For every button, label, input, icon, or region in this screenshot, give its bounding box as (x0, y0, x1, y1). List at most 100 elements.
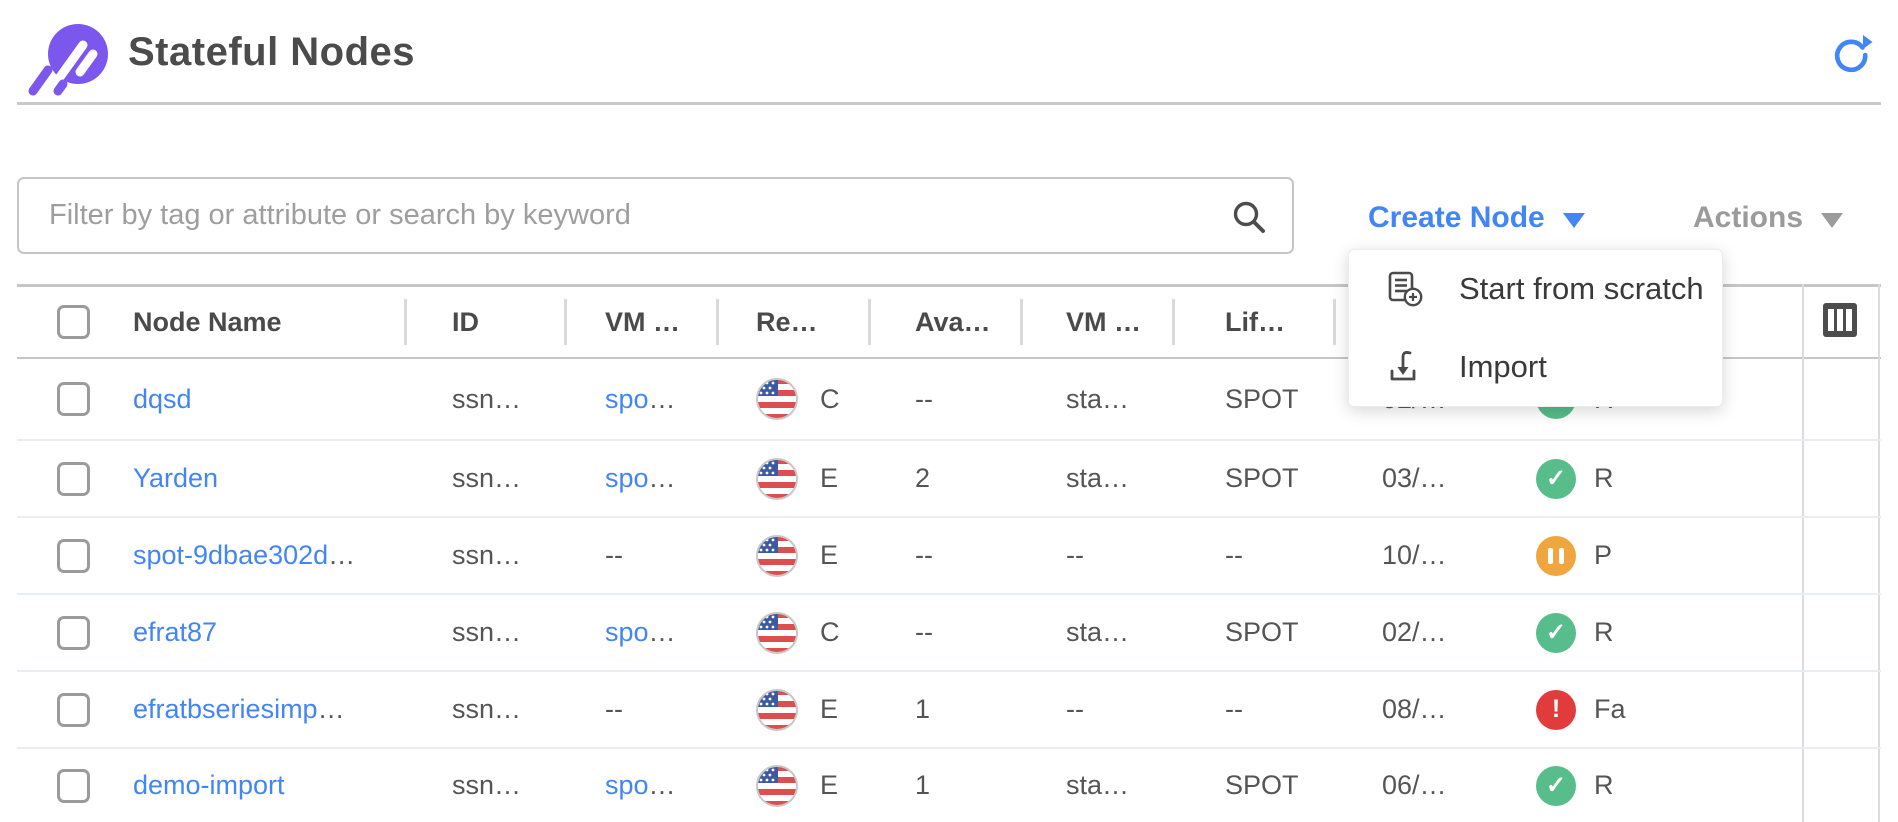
us-flag-icon (756, 441, 798, 516)
us-flag-icon (756, 672, 798, 747)
import-icon (1385, 347, 1425, 387)
us-flag-icon (756, 359, 798, 439)
vm-link[interactable]: spo (605, 384, 649, 415)
vm-size: sta… (1066, 359, 1129, 439)
vm-empty: -- (605, 694, 623, 725)
availability-value: -- (915, 359, 933, 439)
row-checkbox[interactable] (57, 693, 90, 727)
availability-value: -- (915, 595, 933, 670)
select-all-cell (57, 287, 90, 357)
row-checkbox[interactable] (57, 382, 90, 416)
region-label: E (820, 518, 838, 593)
node-name-link[interactable]: Yarden (133, 463, 218, 494)
lifecycle-value: -- (1225, 672, 1243, 747)
lifecycle-value: SPOT (1225, 749, 1299, 822)
column-separator (716, 299, 719, 345)
region-label: E (820, 672, 838, 747)
lifecycle-value: SPOT (1225, 359, 1299, 439)
row-checkbox[interactable] (57, 462, 90, 496)
column-header-id[interactable]: ID (452, 287, 479, 357)
status-label: R (1594, 463, 1614, 494)
status-label: R (1594, 617, 1614, 648)
status-label: P (1594, 540, 1612, 571)
created-date: 03/… (1382, 441, 1447, 516)
column-separator (1172, 299, 1175, 345)
column-separator (564, 299, 567, 345)
actions-button[interactable]: Actions (1693, 196, 1843, 240)
vm-empty: -- (605, 540, 623, 571)
create-node-menu: Start from scratch Import (1348, 249, 1723, 407)
node-name-link[interactable]: efratbseriesimp (133, 694, 318, 725)
menu-item-import[interactable]: Import (1349, 328, 1722, 406)
region-label: C (820, 359, 840, 439)
status-label: Fa (1594, 694, 1626, 725)
truncation-dots: … (649, 384, 676, 415)
node-id: ssn… (452, 749, 521, 822)
us-flag-icon (756, 595, 798, 670)
column-header-node-name[interactable]: Node Name (133, 287, 282, 357)
truncation-dots: … (649, 463, 676, 494)
availability-value: 1 (915, 672, 930, 747)
table-row: demo-import ssn… spo… E 1 sta… SPOT 06/…… (17, 749, 1881, 822)
region-label: E (820, 441, 838, 516)
actions-label: Actions (1693, 201, 1803, 235)
column-settings-button[interactable] (1817, 298, 1863, 344)
create-node-label: Create Node (1368, 201, 1545, 235)
us-flag-icon (756, 518, 798, 593)
columns-icon (1823, 303, 1857, 337)
column-separator (868, 299, 871, 345)
availability-value: 1 (915, 749, 930, 822)
select-all-checkbox[interactable] (57, 305, 90, 339)
vm-size: sta… (1066, 441, 1129, 516)
filter-input[interactable] (19, 179, 1292, 252)
node-id: ssn… (452, 595, 521, 670)
table-row: Yarden ssn… spo… E 2 sta… SPOT 03/… R (17, 441, 1881, 518)
vm-size: sta… (1066, 595, 1129, 670)
create-node-button[interactable]: Create Node (1368, 196, 1585, 240)
vm-size: -- (1066, 672, 1084, 747)
node-name-link[interactable]: efrat87 (133, 617, 217, 648)
created-date: 06/… (1382, 749, 1447, 822)
vm-link[interactable]: spo (605, 463, 649, 494)
column-header-vm-size[interactable]: VM … (1066, 287, 1141, 357)
menu-item-label: Import (1459, 349, 1547, 385)
node-name-link[interactable]: dqsd (133, 384, 192, 415)
region-label: C (820, 595, 840, 670)
status-paused-icon (1536, 536, 1576, 576)
chevron-down-icon (1821, 213, 1843, 228)
search-icon (1230, 198, 1268, 236)
refresh-icon (1828, 32, 1874, 78)
node-id: ssn… (452, 359, 521, 439)
lifecycle-value: -- (1225, 518, 1243, 593)
header-divider (17, 102, 1881, 105)
column-header-availability[interactable]: Ava… (915, 287, 991, 357)
row-checkbox[interactable] (57, 539, 90, 573)
created-date: 02/… (1382, 595, 1447, 670)
table-row: spot-9dbae302d… ssn… -- E -- -- -- 10/… … (17, 518, 1881, 595)
status-running-icon (1536, 613, 1576, 653)
vm-link[interactable]: spo (605, 770, 649, 801)
truncation-dots: … (649, 617, 676, 648)
vm-link[interactable]: spo (605, 617, 649, 648)
created-date: 10/… (1382, 518, 1447, 593)
column-header-vm-name[interactable]: VM … (605, 287, 680, 357)
refresh-button[interactable] (1828, 32, 1874, 78)
spot-logo-icon (20, 14, 116, 98)
filter-field (17, 177, 1294, 254)
page-title: Stateful Nodes (128, 30, 415, 75)
stateful-nodes-page: Stateful Nodes Create Node Actions (0, 0, 1898, 822)
table-body: dqsd ssn… spo… C -- sta… SPOT 02/… R Yar… (17, 359, 1881, 822)
note-add-icon (1385, 269, 1425, 309)
column-header-lifecycle[interactable]: Lif… (1225, 287, 1285, 357)
row-checkbox[interactable] (57, 769, 90, 803)
truncation-dots: … (318, 694, 345, 725)
node-name-link[interactable]: demo-import (133, 770, 285, 801)
row-checkbox[interactable] (57, 616, 90, 650)
column-header-region[interactable]: Re… (756, 287, 818, 357)
vm-size: sta… (1066, 749, 1129, 822)
vm-size: -- (1066, 518, 1084, 593)
truncation-dots: … (649, 770, 676, 801)
menu-item-start-from-scratch[interactable]: Start from scratch (1349, 250, 1722, 328)
status-label: R (1594, 770, 1614, 801)
node-name-link[interactable]: spot-9dbae302d (133, 540, 328, 571)
